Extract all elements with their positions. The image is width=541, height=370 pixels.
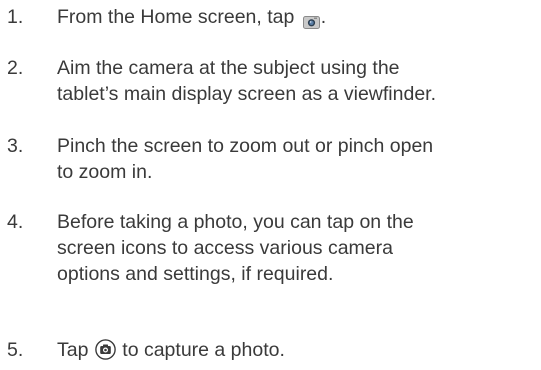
step-number: 2.	[7, 57, 24, 79]
step-1-text-before: From the Home screen, tap	[57, 6, 300, 28]
step-5-text-after: to capture a photo.	[116, 339, 285, 361]
step-3-line-1: Pinch the screen to zoom out or pinch op…	[57, 135, 434, 157]
step-number: 5.	[7, 339, 24, 361]
step-text: Before taking a photo, you can tap on th…	[57, 209, 541, 287]
step-number: 1.	[7, 6, 24, 28]
step-2-line-1: Aim the camera at the subject using the	[57, 57, 400, 79]
step-text: Pinch the screen to zoom out or pinch op…	[57, 133, 541, 185]
step-4-line-2: screen icons to access various camera	[57, 237, 393, 259]
step-3-line-2: to zoom in.	[57, 161, 153, 183]
step-text: From the Home screen, tap .	[57, 4, 541, 30]
step-text: Aim the camera at the subject using the …	[57, 55, 541, 107]
step-4-line-1: Before taking a photo, you can tap on th…	[57, 211, 414, 233]
step-4-line-3: options and settings, if required.	[57, 263, 334, 285]
camera-app-icon	[302, 10, 320, 29]
shutter-button-icon	[95, 339, 116, 360]
step-2-line-2: tablet’s main display screen as a viewfi…	[57, 83, 437, 105]
step-5-text-before: Tap	[57, 339, 94, 361]
step-number: 3.	[7, 135, 24, 157]
step-text: Tap to capture a photo.	[57, 337, 541, 363]
step-1-text-after: .	[320, 6, 327, 28]
step-number: 4.	[7, 211, 24, 233]
